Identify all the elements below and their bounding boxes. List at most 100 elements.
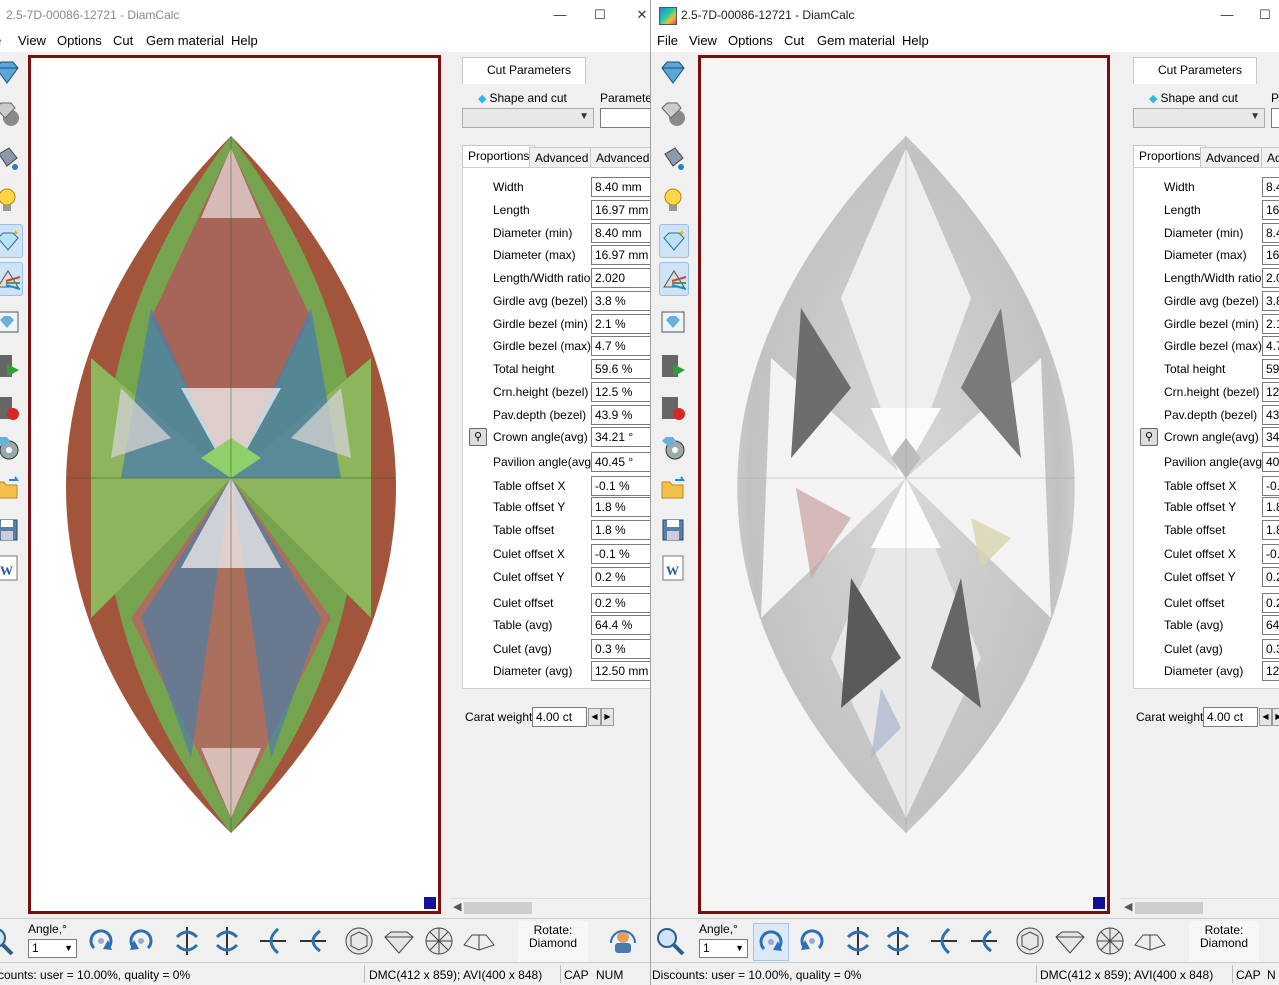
menu-file[interactable]: File [657,33,678,48]
menu-view[interactable]: View [689,33,717,48]
lock-toggle-icon[interactable]: ⚲ [1140,428,1158,446]
prop-value-field[interactable]: -0. [1262,544,1279,564]
rotate-ccw-icon[interactable] [124,923,158,959]
tab-advanced[interactable]: Advanced [529,147,595,169]
maximize-button[interactable]: ☐ [590,6,610,24]
side-view-icon[interactable] [382,923,416,959]
tab-cut-parameters[interactable]: Cut Parameters [462,57,586,84]
menu-gem-material[interactable]: Gem material [146,33,224,48]
zoom-icon[interactable] [653,923,687,959]
angle-select[interactable]: 1 ▼ [699,939,748,958]
scroll-thumb[interactable] [1135,902,1203,914]
sparkle-diamond-icon[interactable]: ✦ [659,224,689,258]
menu-file[interactable]: e [0,33,1,48]
menu-cut[interactable]: Cut [784,33,804,48]
minimize-button[interactable]: — [1217,6,1237,24]
prop-value-field[interactable]: 4.7 [1262,336,1279,356]
flip-horizontal-icon[interactable] [170,923,204,959]
resize-marker[interactable] [424,897,436,909]
tab-advanced[interactable]: Advanced [1200,147,1266,169]
prop-value-field[interactable]: 2.1 % [591,314,650,334]
save-disk-icon[interactable] [0,514,21,546]
prop-value-field[interactable]: 12.5 % [591,382,650,402]
carat-weight-input[interactable]: 4.00 ct [1203,707,1258,727]
rotate-mode[interactable]: Rotate: Diamond [1189,921,1259,962]
open-folder-icon[interactable] [659,472,687,504]
open-folder-icon[interactable] [0,472,21,504]
prop-value-field[interactable]: 2.0 [1262,268,1279,288]
word-doc-icon[interactable]: W [0,552,21,584]
maximize-button[interactable]: ☐ [1255,6,1275,24]
prop-value-field[interactable]: 12.50 mm [591,661,650,681]
paint-bucket-icon[interactable] [0,142,21,174]
menu-options[interactable]: Options [728,33,773,48]
prop-value-field[interactable]: 59.6 % [591,359,650,379]
tab-advanced-2[interactable]: Advanced [590,147,650,169]
horizontal-scrollbar[interactable]: ◀ [1121,898,1279,917]
flip-vertical-icon[interactable] [256,923,290,959]
prop-value-field[interactable]: 3.8 % [591,291,650,311]
prop-value-field[interactable]: 8.40 mm [591,223,650,243]
prop-value-field[interactable]: 40.45 ° [591,452,650,472]
diamond-photo-icon[interactable] [659,306,687,338]
diamond-photo-icon[interactable] [0,306,21,338]
spin-right-button[interactable]: ▶ [601,708,614,726]
diamond-render-view-aset[interactable] [28,55,441,914]
spin-left-button[interactable]: ◀ [588,708,601,726]
rotate-ccw-icon[interactable] [795,923,829,959]
prop-value-field[interactable]: 12 [1262,661,1279,681]
flip-horizontal-alt-icon[interactable] [210,923,244,959]
prop-value-field[interactable]: 0.2 % [591,567,650,587]
rotate-cw-icon[interactable] [753,923,789,961]
prop-value-field[interactable]: 34 [1262,427,1279,447]
scroll-thumb[interactable] [464,902,532,914]
tab-cut-parameters[interactable]: Cut Parameters [1133,57,1257,84]
prop-value-field[interactable]: 0.3 % [591,639,650,659]
close-button[interactable]: ✕ [632,6,650,24]
parameters-input[interactable] [600,108,650,128]
diamond-view-icon[interactable] [659,56,687,88]
prop-value-field[interactable]: 0.3 [1262,639,1279,659]
lightbulb-icon[interactable] [659,184,687,216]
shape-combo[interactable]: ▼ [462,108,594,128]
prop-value-field[interactable]: 0.2 [1262,593,1279,613]
prop-value-field[interactable]: 8.4 [1262,223,1279,243]
rotate-mode[interactable]: Rotate: Diamond [518,921,588,962]
flip-horizontal-alt-icon[interactable] [881,923,915,959]
menu-options[interactable]: Options [57,33,102,48]
top-view-icon[interactable] [1013,923,1047,959]
prop-value-field[interactable]: 59 [1262,359,1279,379]
prop-value-field[interactable]: 1.8 % [591,520,650,540]
prop-value-field[interactable]: 64.4 % [591,615,650,635]
prop-value-field[interactable]: 43 [1262,405,1279,425]
menu-gem-material[interactable]: Gem material [817,33,895,48]
prism-icon[interactable] [0,262,23,296]
sparkle-diamond-icon[interactable]: ✦ [0,224,23,258]
user-rotate-icon[interactable] [606,923,640,959]
scroll-left-icon[interactable]: ◀ [453,900,461,913]
save-disk-icon[interactable] [659,514,687,546]
lightbulb-icon[interactable] [0,184,21,216]
carat-weight-input[interactable]: 4.00 ct [532,707,587,727]
menu-help[interactable]: Help [231,33,258,48]
tab-proportions[interactable]: Proportions [1133,145,1207,168]
prop-value-field[interactable]: 8.40 mm [591,177,650,197]
prop-value-field[interactable]: 0.2 % [591,593,650,613]
bottom-view-icon[interactable] [1093,923,1127,959]
gem-sphere-icon[interactable] [659,98,687,130]
play-film-icon[interactable] [659,350,687,382]
prop-value-field[interactable]: 16 [1262,245,1279,265]
wire-view-icon[interactable] [462,923,496,959]
record-film-icon[interactable] [0,392,21,424]
prop-value-field[interactable]: 2.1 [1262,314,1279,334]
film-reel-icon[interactable] [659,432,687,464]
parameters-input[interactable] [1271,108,1279,128]
rotate-cw-icon[interactable] [84,923,118,959]
diamond-render-view-photo[interactable] [698,55,1110,914]
resize-marker[interactable] [1093,897,1105,909]
angle-select[interactable]: 1 ▼ [28,939,77,958]
spin-right-button[interactable]: ▶ [1272,708,1279,726]
prop-value-field[interactable]: 40 [1262,452,1279,472]
wire-view-icon[interactable] [1133,923,1167,959]
prop-value-field[interactable]: 43.9 % [591,405,650,425]
